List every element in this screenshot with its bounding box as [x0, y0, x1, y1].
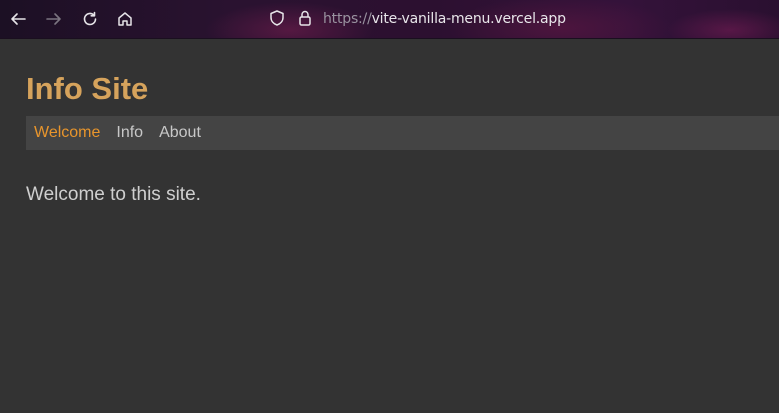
menu-item-welcome[interactable]: Welcome: [34, 123, 100, 143]
forward-arrow-icon: [46, 13, 61, 25]
url-host: vite-vanilla-menu.vercel.app: [371, 11, 566, 27]
back-button[interactable]: [7, 8, 29, 30]
forward-button[interactable]: [43, 8, 65, 30]
address-bar-url[interactable]: https://vite-vanilla-menu.vercel.app: [323, 9, 566, 29]
url-protocol: https://: [323, 11, 372, 27]
site-title: Info Site: [26, 71, 149, 106]
menu-item-info[interactable]: Info: [116, 123, 143, 143]
home-icon: [118, 12, 132, 26]
browser-toolbar: https://vite-vanilla-menu.vercel.app: [0, 0, 779, 39]
reload-button[interactable]: [79, 8, 101, 30]
shield-icon[interactable]: [268, 9, 286, 27]
menu-item-about[interactable]: About: [159, 123, 201, 143]
main-menu: Welcome Info About: [26, 116, 779, 150]
lock-icon[interactable]: [296, 9, 314, 27]
welcome-text: Welcome to this site.: [26, 184, 201, 205]
page-content: Info Site Welcome Info About Welcome to …: [0, 39, 779, 413]
back-arrow-icon: [11, 13, 26, 25]
reload-icon: [83, 11, 97, 26]
home-button[interactable]: [114, 8, 136, 30]
